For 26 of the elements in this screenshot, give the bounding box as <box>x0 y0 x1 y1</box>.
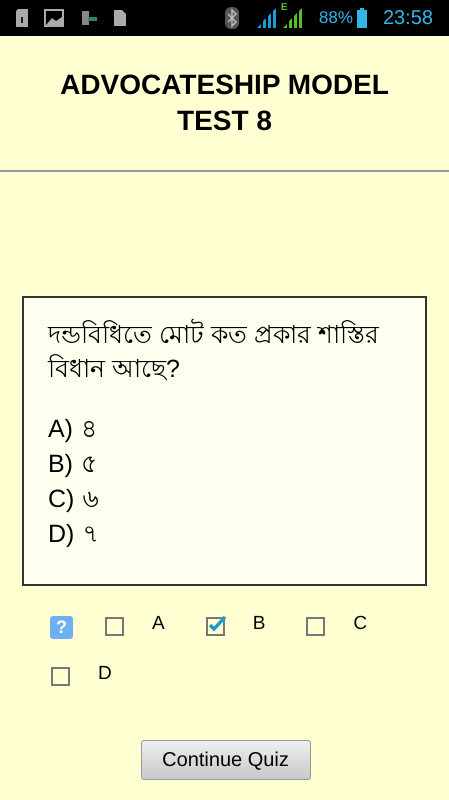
signal-icon <box>280 8 303 28</box>
choice-label: C <box>353 612 368 636</box>
checkbox[interactable] <box>104 614 126 636</box>
signal-icon <box>254 8 277 28</box>
checkbox[interactable] <box>50 664 72 686</box>
sd-card-icon <box>16 9 28 27</box>
answer-option: A) ৪ <box>48 412 97 447</box>
device-icon <box>80 9 98 27</box>
checkbox[interactable] <box>204 614 227 636</box>
image-icon <box>44 9 64 27</box>
network-type: E <box>280 3 288 13</box>
battery-percent: 88% <box>318 7 353 30</box>
question-text: দন্ডবিধিতে মোট কত প্রকার শাস্তির বিধান আছে? <box>48 318 401 386</box>
choice-label: B <box>252 612 266 636</box>
choice-label: A <box>152 612 165 636</box>
battery-icon <box>356 8 367 28</box>
answer-option: C) ৬ <box>48 482 98 517</box>
answer-option: D) ৭ <box>48 517 98 552</box>
checkbox[interactable] <box>305 614 328 636</box>
clock: 23:58 <box>382 6 433 31</box>
continue-quiz-button[interactable]: Continue Quiz <box>140 740 310 780</box>
bluetooth-icon <box>224 7 239 29</box>
choice-label: D <box>98 662 112 686</box>
quiz-title: ADVOCATESHIP MODEL TEST 8 <box>59 68 390 138</box>
file-icon <box>114 10 126 26</box>
answer-option: B) ৫ <box>48 447 97 482</box>
